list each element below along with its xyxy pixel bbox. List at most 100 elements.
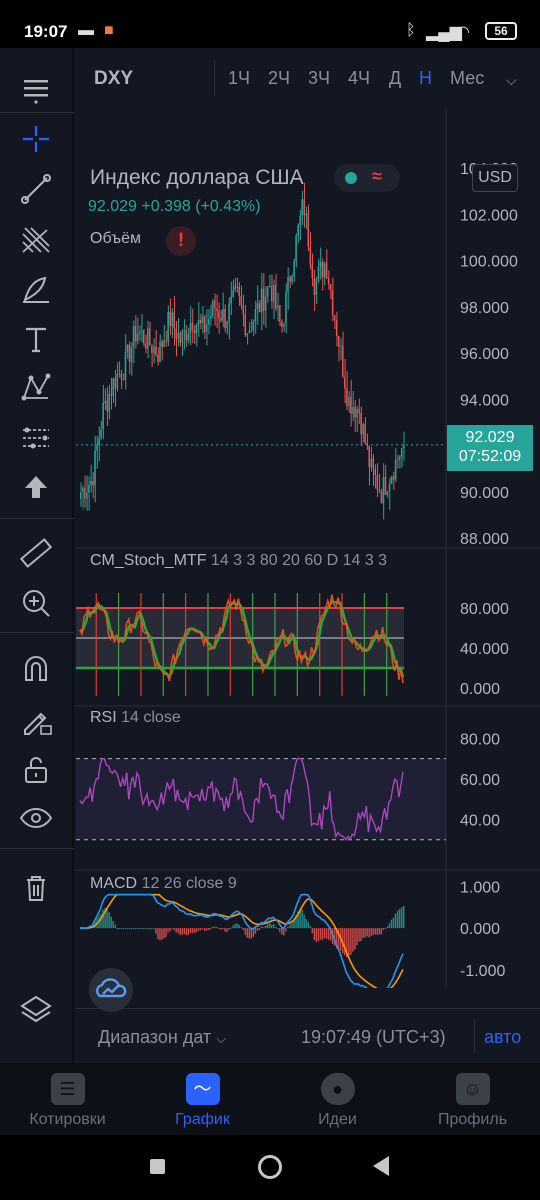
candle-body <box>244 314 246 336</box>
candle-body <box>303 199 305 216</box>
candle-body <box>94 450 96 486</box>
candle-body <box>159 341 161 362</box>
candle-body <box>311 264 313 279</box>
macd-histogram-bar <box>179 928 181 936</box>
status-time: 19:07 <box>24 22 68 41</box>
top-bar: DXY 1Ч 2Ч 3Ч 4Ч Д Н Мес ⌵ <box>76 48 540 108</box>
nav-quotes[interactable]: ☰ Котировки <box>0 1073 135 1129</box>
rsi-legend[interactable]: RSI 14 close <box>90 709 181 727</box>
candle-body <box>216 308 218 311</box>
candle-body <box>161 341 163 347</box>
trend-line-icon[interactable] <box>17 170 55 208</box>
zoom-in-icon[interactable] <box>17 584 55 622</box>
home-button[interactable] <box>258 1155 282 1179</box>
macd-histogram-bar <box>106 909 108 929</box>
tradingview-cloud-icon[interactable] <box>89 968 133 1012</box>
candle-body <box>293 261 295 276</box>
timeframe-1h[interactable]: 1Ч <box>228 68 250 89</box>
lock-drawing-icon[interactable] <box>17 700 55 738</box>
candle-body <box>289 276 291 282</box>
last-price-value: 92.029 <box>465 429 515 446</box>
candle-body <box>248 330 251 334</box>
layers-icon[interactable] <box>17 990 55 1028</box>
back-button[interactable] <box>373 1156 389 1176</box>
timeframe-4h[interactable]: 4Ч <box>348 68 370 89</box>
lightbulb-icon: ● <box>320 1073 355 1105</box>
candle-body <box>258 303 261 313</box>
candle-body <box>153 346 155 354</box>
timeframe-2h[interactable]: 2Ч <box>268 68 290 89</box>
date-range-button[interactable]: Диапазон дат ⌵ <box>98 1027 226 1048</box>
candle-body <box>84 487 86 499</box>
candle-body <box>348 396 350 406</box>
macd-histogram-bar <box>230 927 232 929</box>
macd-histogram-bar <box>319 928 322 940</box>
chart-canvas[interactable]: 104.000102.000100.00098.00096.00094.0009… <box>76 108 540 988</box>
unlock-icon[interactable] <box>17 750 55 788</box>
pattern-icon[interactable] <box>17 368 55 406</box>
magnet-icon[interactable] <box>17 650 55 688</box>
fib-tools-icon[interactable] <box>17 220 55 258</box>
legend-volume[interactable]: Объём <box>90 230 141 248</box>
macd-histogram-bar <box>305 918 307 929</box>
candle-body <box>116 374 118 389</box>
macd-histogram-bar <box>354 928 356 950</box>
macd-histogram-bar <box>388 923 391 929</box>
macd-histogram-bar <box>380 928 383 935</box>
status-bar: 19:07 ▬ ■ ᛒ ▂▄▆ ◠ 56 <box>0 0 540 48</box>
candle-body <box>281 321 283 327</box>
candle-body <box>212 300 214 317</box>
macd-legend[interactable]: MACD 12 26 close 9 <box>90 875 237 893</box>
timeframe-day[interactable]: Д <box>389 68 401 89</box>
macd-histogram-bar <box>155 928 157 934</box>
nav-ideas[interactable]: ● Идеи <box>270 1073 405 1129</box>
macd-histogram-bar <box>193 928 196 933</box>
text-tool-icon[interactable] <box>17 320 55 358</box>
timeframe-month[interactable]: Мес <box>450 68 484 89</box>
legend-change: +0.398 <box>141 198 191 215</box>
nav-chart[interactable]: 〜 График <box>135 1073 270 1129</box>
arrow-up-icon[interactable] <box>17 468 55 506</box>
auto-scale-button[interactable]: авто <box>484 1027 521 1048</box>
macd-histogram-bar <box>384 928 387 930</box>
candle-body <box>337 336 340 347</box>
macd-histogram-bar <box>134 928 137 930</box>
warning-icon[interactable]: ! <box>166 226 196 256</box>
macd-histogram-bar <box>207 928 210 931</box>
eye-icon[interactable] <box>17 800 55 838</box>
timeframe-3h[interactable]: 3Ч <box>308 68 330 89</box>
ruler-icon[interactable] <box>17 534 55 572</box>
currency-button[interactable]: USD <box>472 164 518 192</box>
macd-histogram-bar <box>116 928 118 930</box>
stoch-legend[interactable]: CM_Stoch_MTF 14 3 3 80 20 60 D 14 3 3 <box>90 552 387 570</box>
timezone-clock[interactable]: 19:07:49 (UTC+3) <box>301 1027 446 1048</box>
trash-icon[interactable] <box>17 868 55 906</box>
candle-body <box>173 312 175 329</box>
macd-histogram-bar <box>307 921 309 929</box>
candle-body <box>366 443 368 446</box>
crosshair-icon[interactable] <box>17 120 55 158</box>
macd-histogram-bar <box>301 909 303 929</box>
macd-histogram-bar <box>358 928 360 942</box>
chart-area[interactable]: 104.000102.000100.00098.00096.00094.0009… <box>76 108 540 1012</box>
prediction-icon[interactable] <box>17 418 55 456</box>
menu-icon[interactable] <box>17 70 55 108</box>
macd-histogram-bar <box>248 928 251 939</box>
macd-histogram-bar <box>402 906 405 929</box>
candle-body <box>352 407 354 414</box>
legend-price: 92.029 +0.398 (+0.43%) <box>88 198 261 216</box>
macd-histogram-bar <box>201 928 204 930</box>
candle-body <box>218 310 220 318</box>
symbol-button[interactable]: DXY <box>94 68 133 90</box>
nav-profile[interactable]: ☺ Профиль <box>405 1073 540 1129</box>
timeframe-week[interactable]: Н <box>419 68 432 89</box>
market-status-pill[interactable]: ≈ <box>334 164 400 192</box>
candle-body <box>295 235 297 262</box>
chevron-down-icon[interactable]: ⌵ <box>506 72 517 89</box>
brush-icon[interactable] <box>17 270 55 308</box>
macd-histogram-bar <box>171 928 173 930</box>
recents-button[interactable] <box>150 1159 165 1174</box>
candle-body <box>167 311 169 342</box>
candle-body <box>392 476 395 480</box>
candle-body <box>236 286 238 288</box>
